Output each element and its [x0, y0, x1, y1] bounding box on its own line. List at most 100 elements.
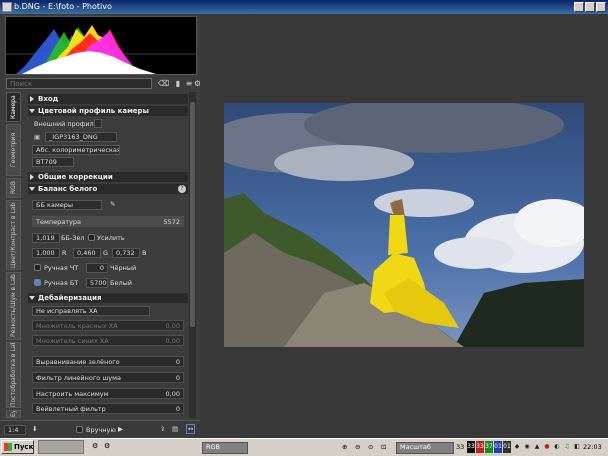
arrow-down-icon[interactable]: ⬇ — [32, 425, 37, 433]
blue-mult-value: 0,00 — [165, 337, 180, 345]
tool-panel: Вход Цветовой профиль камеры Внешний про… — [28, 92, 188, 418]
wavelet-slider[interactable]: Вейвлетный фильтр 0 — [32, 403, 184, 414]
r-label: R — [62, 249, 67, 257]
green-eq-value: 0 — [175, 358, 180, 366]
picker-icon[interactable]: ✎ — [110, 200, 115, 208]
manual-white-checkbox[interactable] — [34, 279, 41, 286]
temperature-slider[interactable]: Температура 5572 — [32, 216, 184, 227]
black-label: Чёрный — [110, 264, 137, 272]
app-wrench-icon[interactable]: ⚙ — [104, 442, 110, 450]
tray-33-a[interactable]: 33 — [467, 441, 475, 453]
green-value[interactable]: 1,019 — [32, 233, 60, 243]
clear-search-icon[interactable]: ⌫ — [158, 78, 169, 89]
external-profile-label: Внешний профиль — [34, 120, 98, 128]
blue-mult-label: Множитель синих ХА — [36, 337, 109, 345]
export-icon[interactable]: ⇪ — [160, 425, 165, 433]
start-label: Пуск — [14, 443, 34, 451]
profile-file[interactable]: _IGP3163_DNG — [45, 132, 117, 142]
external-profile-toggle[interactable] — [94, 119, 102, 128]
tab-geometry[interactable]: Геометрия — [6, 124, 21, 176]
g-value[interactable]: 0,460 — [73, 248, 101, 258]
tray-33-b[interactable]: 33 — [476, 441, 484, 453]
search-input[interactable] — [6, 78, 152, 89]
file-icon: ▣ — [34, 133, 41, 141]
b-value[interactable]: 0,732 — [112, 248, 140, 258]
help-icon[interactable]: ? — [178, 185, 186, 193]
clock: 22:03 — [583, 443, 602, 451]
line-noise-label: Фильтр линейного шума — [36, 374, 122, 382]
line-noise-slider[interactable]: Фильтр линейного шума 0 — [32, 372, 184, 383]
zoom-fit-icon[interactable]: ⊙ — [368, 443, 373, 451]
tab-postprocessing-lab[interactable]: Постобработка в Lab — [6, 342, 21, 408]
gamma-select[interactable]: BT709 — [32, 157, 74, 167]
tray-01-b[interactable]: 01 — [503, 441, 511, 453]
green-eq-label: Выравнивание зелёного — [36, 358, 120, 366]
manual-black-label: Ручная ЧТ — [44, 264, 79, 272]
ca-mode-select[interactable]: Не исправлять ХА — [32, 306, 150, 316]
app-icon — [2, 2, 12, 12]
green-label: ББ-Зел — [61, 234, 85, 242]
green-eq-slider[interactable]: Выравнивание зелёного 0 — [32, 356, 184, 367]
fullscreen-icon[interactable]: ↔ — [186, 424, 196, 434]
scrollbar-thumb[interactable] — [190, 102, 195, 327]
section-camera-profile[interactable]: Цветовой профиль камеры — [28, 106, 188, 116]
zoom-out-icon[interactable]: ⊖ — [355, 443, 360, 451]
tray-37[interactable]: 37 — [485, 441, 493, 453]
scale-value: 33 — [456, 443, 465, 451]
b-label: B — [142, 249, 147, 257]
menu-icon[interactable]: ≡ — [184, 78, 194, 89]
section-general[interactable]: Общие коррекции — [28, 172, 188, 182]
tab-sharpness-noise-lab[interactable]: Резкость/Шум в Lab — [6, 272, 21, 340]
temperature-label: Температура — [36, 218, 81, 226]
black-value[interactable]: 0 — [86, 263, 108, 273]
manual-black-checkbox[interactable] — [34, 264, 41, 271]
manual-white-label: Ручная БТ — [44, 279, 79, 287]
zoom-in-icon[interactable]: ⊕ — [342, 443, 347, 451]
taskbar-app-photivo[interactable] — [38, 440, 84, 454]
start-button[interactable]: Пуск — [1, 440, 34, 454]
section-demosaic[interactable]: Дебайеризация — [28, 293, 188, 303]
tray-icon-3[interactable]: ▲ — [533, 441, 541, 453]
tab-camera[interactable]: Камера — [6, 92, 21, 122]
blue-mult-slider[interactable]: Множитель синих ХА 0,00 — [32, 335, 184, 346]
histogram — [5, 16, 197, 75]
app-gear-icon[interactable]: ⚙ — [92, 442, 98, 450]
red-mult-slider[interactable]: Множитель красных ХА 0,00 — [32, 320, 184, 331]
section-input[interactable]: Вход — [28, 94, 188, 104]
boost-label: Усилить — [97, 234, 125, 242]
close-button[interactable] — [596, 2, 606, 12]
minimize-button[interactable] — [574, 2, 584, 12]
tray-icon-7[interactable]: ◧ — [573, 441, 581, 453]
tray-01-a[interactable]: 01 — [494, 441, 502, 453]
save-icon[interactable]: ▤ — [172, 425, 178, 433]
zoom-select[interactable]: 1:4 — [4, 425, 26, 435]
tab-color-contrast-lab[interactable]: Цвет/Контраст в Lab — [6, 200, 21, 270]
zoom-100-icon[interactable]: ⊡ — [381, 443, 386, 451]
play-icon[interactable]: ▶ — [118, 425, 123, 433]
section-white-balance[interactable]: Баланс белого — [28, 184, 188, 194]
r-value[interactable]: 1,000 — [32, 248, 60, 258]
boost-checkbox[interactable] — [88, 234, 95, 241]
tray-icon-1[interactable]: ◆ — [513, 441, 521, 453]
maximize-button[interactable] — [585, 2, 595, 12]
tray-icon-2[interactable]: ◉ — [523, 441, 531, 453]
intent-select[interactable]: Абс. колориметрическая — [32, 145, 120, 155]
white-value[interactable]: 5700 — [86, 278, 108, 288]
tray-icon-5[interactable]: ◐ — [553, 441, 561, 453]
window-titlebar: b.DNG - E:\foto - Photivo — [0, 0, 608, 14]
wb-mode-select[interactable]: ББ камеры — [32, 200, 102, 210]
windows-logo-icon — [4, 443, 12, 451]
tray-icon-4[interactable]: ● — [543, 441, 551, 453]
scale-label: Масштаб — [396, 442, 454, 454]
tab-eyecandy[interactable]: Eyecandy — [6, 410, 21, 418]
bookmark-icon[interactable]: ▮ — [173, 78, 183, 89]
tray-icon-6[interactable]: ♫ — [563, 441, 571, 453]
max-slider[interactable]: Настроить максимум 0,00 — [32, 388, 184, 399]
photo[interactable] — [224, 103, 584, 347]
tab-rgb[interactable]: RGB — [6, 178, 21, 198]
tab-bar: Камера Геометрия RGB Цвет/Контраст в Lab… — [6, 92, 22, 418]
g-label: G — [103, 249, 109, 257]
manual-checkbox[interactable] — [76, 426, 83, 433]
red-mult-label: Множитель красных ХА — [36, 322, 118, 330]
color-mode-select[interactable]: RGB — [202, 442, 248, 454]
